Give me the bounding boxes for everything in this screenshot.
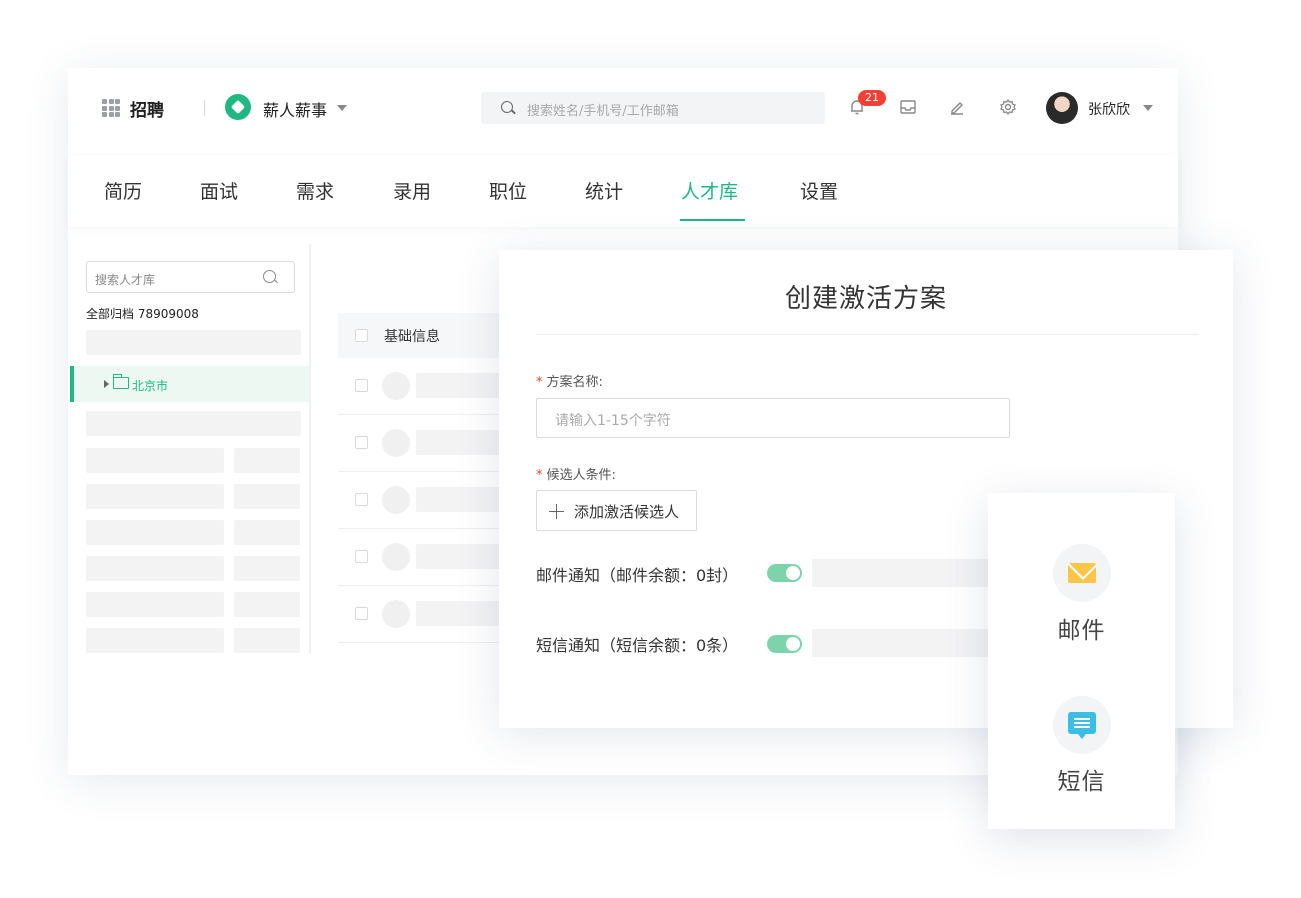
tab-hire[interactable]: 录用 bbox=[393, 177, 431, 204]
skeleton-bar bbox=[86, 448, 224, 473]
chevron-down-icon[interactable] bbox=[1143, 105, 1153, 111]
row-divider bbox=[338, 585, 518, 586]
email-notice-toggle[interactable] bbox=[767, 564, 802, 582]
skeleton-bar bbox=[234, 520, 300, 545]
skeleton-bar bbox=[234, 628, 300, 653]
sms-notice-label: 短信通知（短信余额：0条） bbox=[536, 636, 739, 655]
plus-icon bbox=[549, 504, 564, 519]
inbox-icon[interactable] bbox=[899, 98, 917, 116]
divider bbox=[204, 100, 205, 116]
sms-channel-button[interactable] bbox=[1053, 696, 1111, 754]
add-candidate-button[interactable]: 添加激活候选人 bbox=[536, 490, 697, 531]
skeleton-bar bbox=[86, 520, 224, 545]
active-tab-indicator bbox=[680, 219, 745, 221]
caret-right-icon[interactable] bbox=[104, 380, 109, 388]
modal-title: 创建激活方案 bbox=[784, 284, 947, 314]
plan-name-placeholder: 请输入1-15个字符 bbox=[555, 413, 671, 429]
sms-icon bbox=[1068, 712, 1096, 739]
brand-logo bbox=[225, 94, 251, 120]
email-channel-button[interactable] bbox=[1053, 544, 1111, 602]
talent-search-placeholder: 搜索人才库 bbox=[95, 273, 156, 287]
required-mark: * bbox=[536, 375, 543, 390]
skeleton-bar bbox=[812, 559, 988, 587]
row-checkbox[interactable] bbox=[355, 550, 368, 563]
plan-name-label-text: 方案名称: bbox=[546, 375, 603, 390]
edit-icon[interactable] bbox=[948, 98, 966, 116]
nav-tabs: 简历 面试 需求 录用 职位 统计 人才库 设置 bbox=[68, 155, 1178, 227]
row-divider bbox=[338, 528, 518, 529]
tab-resume[interactable]: 简历 bbox=[104, 177, 142, 204]
row-divider bbox=[338, 471, 518, 472]
modal-divider bbox=[536, 334, 1199, 335]
grid-icon[interactable] bbox=[102, 99, 120, 117]
notify-channel-card: 邮件 短信 bbox=[988, 493, 1175, 829]
skeleton-bar bbox=[86, 330, 301, 355]
row-checkbox[interactable] bbox=[355, 379, 368, 392]
tree-item-label: 北京市 bbox=[132, 379, 169, 393]
brand-name[interactable]: 薪人薪事 bbox=[263, 97, 327, 121]
plan-name-input[interactable]: 请输入1-15个字符 bbox=[536, 398, 1010, 438]
skeleton-bar bbox=[86, 411, 301, 436]
add-candidate-label: 添加激活候选人 bbox=[574, 503, 680, 521]
skeleton-bar bbox=[234, 592, 300, 617]
row-checkbox[interactable] bbox=[355, 493, 368, 506]
avatar bbox=[382, 543, 410, 571]
list-header-label: 基础信息 bbox=[384, 329, 440, 345]
topbar: 招聘 薪人薪事 搜索姓名/手机号/工作邮箱 21 张欣欣 bbox=[68, 68, 1178, 146]
tab-talent-pool[interactable]: 人才库 bbox=[681, 177, 738, 204]
skeleton-bar bbox=[234, 484, 300, 509]
notification-badge: 21 bbox=[858, 90, 886, 106]
gear-icon[interactable] bbox=[999, 98, 1017, 116]
tree-item-beijing[interactable]: 北京市 bbox=[70, 366, 309, 402]
avatar bbox=[382, 429, 410, 457]
tree-active-bar bbox=[70, 366, 74, 402]
list-header: 基础信息 bbox=[338, 313, 518, 358]
tab-statistics[interactable]: 统计 bbox=[585, 177, 623, 204]
search-icon[interactable] bbox=[263, 270, 276, 283]
email-notice-label: 邮件通知（邮件余额：0封） bbox=[536, 566, 739, 585]
skeleton-bar bbox=[812, 629, 988, 657]
avatar bbox=[382, 486, 410, 514]
sidebar: 搜索人才库 全部归档 78909008 北京市 bbox=[68, 244, 311, 654]
row-checkbox[interactable] bbox=[355, 607, 368, 620]
search-placeholder: 搜索姓名/手机号/工作邮箱 bbox=[527, 104, 679, 119]
avatar bbox=[382, 600, 410, 628]
skeleton-bar bbox=[234, 448, 300, 473]
sms-channel-label[interactable]: 短信 bbox=[988, 762, 1175, 796]
app-name[interactable]: 招聘 bbox=[130, 96, 164, 121]
sms-notice-toggle[interactable] bbox=[767, 635, 802, 653]
candidate-condition-label: * 候选人条件: bbox=[536, 464, 616, 483]
tab-demand[interactable]: 需求 bbox=[296, 177, 334, 204]
skeleton-bar bbox=[234, 556, 300, 581]
plan-name-label: * 方案名称: bbox=[536, 371, 603, 390]
tab-settings[interactable]: 设置 bbox=[800, 177, 838, 204]
candidate-condition-label-text: 候选人条件: bbox=[546, 468, 616, 483]
search-icon bbox=[501, 101, 513, 113]
skeleton-bar bbox=[86, 484, 224, 509]
tab-position[interactable]: 职位 bbox=[489, 177, 527, 204]
archive-count[interactable]: 全部归档 78909008 bbox=[86, 305, 199, 322]
avatar bbox=[382, 372, 410, 400]
mail-icon bbox=[1068, 563, 1096, 583]
skeleton-bar bbox=[86, 592, 224, 617]
row-divider bbox=[338, 414, 518, 415]
required-mark: * bbox=[536, 468, 543, 483]
row-divider bbox=[338, 642, 518, 643]
talent-search-input[interactable]: 搜索人才库 bbox=[86, 261, 295, 293]
skeleton-bar bbox=[86, 556, 224, 581]
tab-interview[interactable]: 面试 bbox=[200, 177, 238, 204]
folder-icon bbox=[113, 374, 129, 389]
search-input[interactable]: 搜索姓名/手机号/工作邮箱 bbox=[481, 92, 825, 124]
user-name[interactable]: 张欣欣 bbox=[1088, 99, 1130, 119]
chevron-down-icon[interactable] bbox=[337, 105, 347, 111]
skeleton-bar bbox=[86, 628, 224, 653]
email-channel-label[interactable]: 邮件 bbox=[988, 611, 1175, 645]
avatar[interactable] bbox=[1046, 92, 1078, 124]
row-checkbox[interactable] bbox=[355, 436, 368, 449]
select-all-checkbox[interactable] bbox=[355, 329, 368, 342]
